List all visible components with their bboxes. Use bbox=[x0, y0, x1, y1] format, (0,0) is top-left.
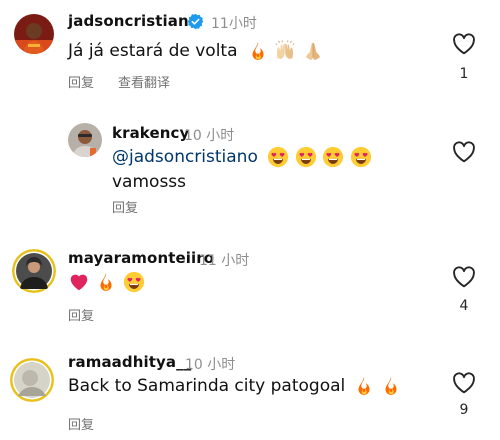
like-heart-icon[interactable] bbox=[452, 33, 476, 55]
heart-eyes-emoji-icon bbox=[295, 146, 317, 168]
avatar-image-ramaadhitya bbox=[10, 358, 54, 402]
avatar-image-krakency bbox=[68, 123, 102, 157]
comment-text-line2: vamosss bbox=[112, 172, 187, 192]
heart-eyes-emoji-icon bbox=[322, 146, 344, 168]
heart-eyes-emoji-icon bbox=[123, 271, 145, 293]
like-count: 1 bbox=[459, 66, 469, 82]
comment-text bbox=[68, 271, 145, 293]
verified-badge-icon bbox=[187, 13, 204, 30]
comment-text: Back to Samarinda city patogoal bbox=[68, 375, 402, 397]
username[interactable]: ramaadhitya__ bbox=[68, 353, 191, 371]
avatar[interactable] bbox=[12, 249, 56, 293]
red-heart-emoji-icon bbox=[68, 271, 90, 293]
folded-hands-emoji-icon bbox=[302, 40, 324, 62]
timestamp: 11 小时 bbox=[199, 253, 250, 269]
comment-text: Já já estará de volta bbox=[68, 40, 324, 62]
fire-emoji-icon bbox=[353, 375, 375, 397]
timestamp: 10 小时 bbox=[184, 128, 235, 144]
fire-emoji-icon bbox=[95, 271, 117, 293]
comment-text: @jadsoncristiano bbox=[112, 146, 372, 168]
like-count: 4 bbox=[459, 298, 469, 314]
mention-link[interactable]: @jadsoncristiano bbox=[112, 147, 258, 167]
avatar-image-mayaramonteiiro bbox=[12, 249, 56, 293]
reply-button[interactable]: 回复 bbox=[68, 414, 94, 433]
comment-4: ramaadhitya__ 10 小时 Back to Samarinda ci… bbox=[0, 345, 500, 440]
fire-emoji-icon bbox=[247, 40, 269, 62]
raising-hands-emoji-icon bbox=[274, 40, 296, 62]
username[interactable]: jadsoncristiano bbox=[68, 12, 199, 30]
comment-2-reply: krakency 10 小时 @jadsoncristiano vamosss … bbox=[0, 115, 500, 220]
avatar[interactable] bbox=[14, 14, 54, 54]
comment-body: Já já estará de volta bbox=[68, 41, 238, 61]
reply-button[interactable]: 回复 bbox=[112, 197, 138, 216]
reply-button[interactable]: 回复 bbox=[68, 305, 94, 324]
fire-emoji-icon bbox=[380, 375, 402, 397]
comment-1: jadsoncristiano 11小时 Já já estará de vol… bbox=[0, 0, 500, 100]
timestamp: 10 小时 bbox=[185, 357, 236, 373]
comment-body: Back to Samarinda city patogoal bbox=[68, 376, 346, 396]
heart-eyes-emoji-icon bbox=[350, 146, 372, 168]
avatar[interactable] bbox=[10, 358, 54, 402]
like-count: 9 bbox=[459, 402, 469, 418]
username[interactable]: krakency bbox=[112, 124, 189, 142]
reply-button[interactable]: 回复 bbox=[68, 72, 94, 91]
heart-eyes-emoji-icon bbox=[267, 146, 289, 168]
timestamp: 11小时 bbox=[211, 16, 257, 32]
like-heart-icon[interactable] bbox=[452, 141, 476, 163]
like-heart-icon[interactable] bbox=[452, 372, 476, 394]
see-translation-button[interactable]: 查看翻译 bbox=[118, 72, 170, 91]
username[interactable]: mayaramonteiiro bbox=[68, 249, 214, 267]
like-heart-icon[interactable] bbox=[452, 266, 476, 288]
avatar-image-jadsoncristiano bbox=[14, 14, 54, 54]
avatar[interactable] bbox=[68, 123, 102, 157]
comment-3: mayaramonteiiro 11 小时 回复 4 bbox=[0, 235, 500, 335]
